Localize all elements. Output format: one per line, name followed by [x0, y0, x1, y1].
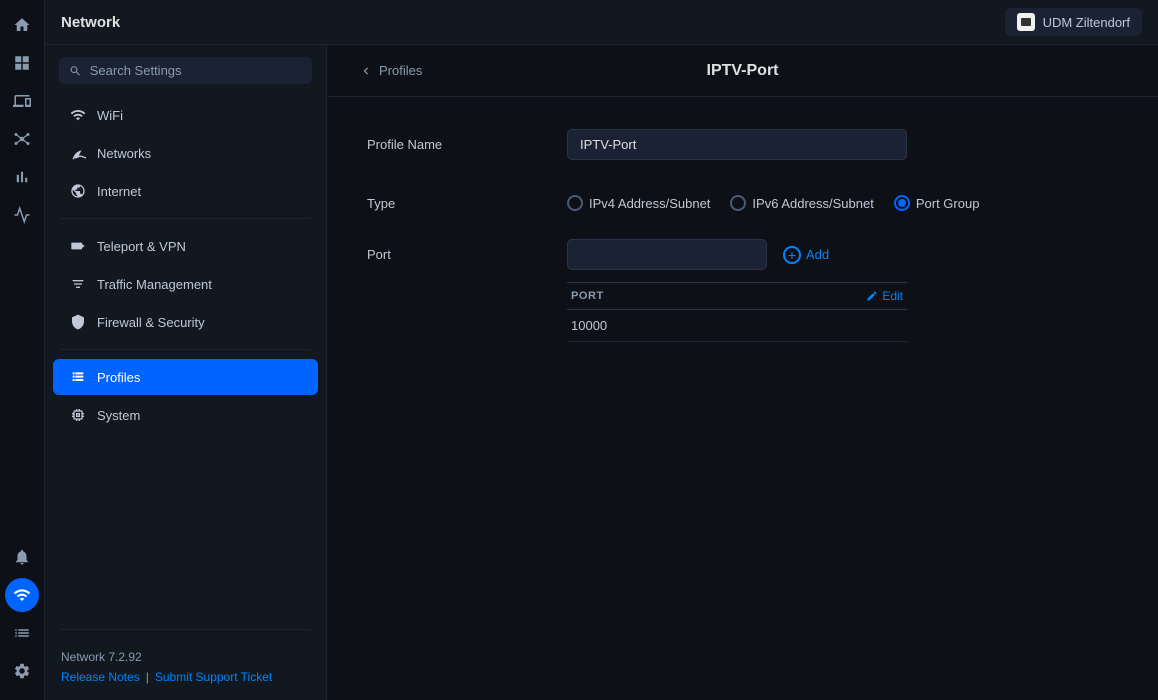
sidebar-item-networks[interactable]: Networks [53, 135, 318, 171]
alerts-icon[interactable] [5, 540, 39, 574]
device-name: UDM Ziltendorf [1043, 15, 1130, 30]
device-badge[interactable]: UDM Ziltendorf [1005, 8, 1142, 36]
sidebar-item-label: Internet [97, 184, 141, 199]
sidebar: WiFi Networks Internet Teleport [45, 45, 327, 700]
port-table-header: PORT Edit [567, 283, 907, 310]
analytics-icon[interactable] [5, 198, 39, 232]
icon-rail [0, 0, 45, 700]
sidebar-footer: Network 7.2.92 Release Notes | Submit Su… [45, 638, 326, 700]
sidebar-item-label: Profiles [97, 370, 140, 385]
port-column-header: PORT [571, 290, 604, 302]
profile-name-row: Profile Name [367, 129, 1118, 160]
topology-icon[interactable] [5, 122, 39, 156]
sidebar-item-firewall-security[interactable]: Firewall & Security [53, 304, 318, 340]
form-body: Profile Name Type IPv4 Address/Subnet [327, 97, 1158, 402]
internet-icon [69, 182, 87, 200]
profile-name-label: Profile Name [367, 129, 567, 152]
sidebar-divider-3 [61, 629, 310, 630]
add-label: Add [806, 247, 829, 262]
version-label: Network 7.2.92 [61, 650, 310, 664]
edit-label: Edit [882, 289, 903, 303]
radio-group: IPv4 Address/Subnet IPv6 Address/Subnet … [567, 188, 1118, 211]
radio-ipv6[interactable]: IPv6 Address/Subnet [730, 195, 873, 211]
content-header: Profiles IPTV-Port [327, 45, 1158, 97]
sidebar-item-label: WiFi [97, 108, 123, 123]
firewall-icon [69, 313, 87, 331]
list-icon[interactable] [5, 616, 39, 650]
profile-name-control [567, 129, 1118, 160]
port-table: PORT Edit 10000 [567, 282, 907, 342]
sidebar-item-system[interactable]: System [53, 397, 318, 433]
traffic-icon [69, 275, 87, 293]
content-panel: Profiles IPTV-Port Profile Name Type [327, 45, 1158, 700]
app-title: Network [61, 14, 1005, 31]
networks-icon [69, 144, 87, 162]
sidebar-item-traffic-management[interactable]: Traffic Management [53, 266, 318, 302]
system-icon [69, 406, 87, 424]
edit-button[interactable]: Edit [866, 289, 903, 303]
top-bar: Network UDM Ziltendorf [45, 0, 1158, 45]
search-box[interactable] [59, 57, 312, 84]
settings-icon[interactable] [5, 654, 39, 688]
port-label: Port [367, 239, 567, 262]
sidebar-item-internet[interactable]: Internet [53, 173, 318, 209]
port-input[interactable] [567, 239, 767, 270]
port-input-row: + Add [567, 239, 1118, 270]
edit-icon [866, 290, 878, 302]
link-separator: | [146, 670, 149, 684]
sidebar-item-label: Teleport & VPN [97, 239, 186, 254]
sidebar-item-teleport-vpn[interactable]: Teleport & VPN [53, 228, 318, 264]
port-control: + Add PORT Edit [567, 239, 1118, 342]
sidebar-item-label: Traffic Management [97, 277, 212, 292]
add-port-button[interactable]: + Add [775, 241, 837, 269]
search-input[interactable] [90, 63, 302, 78]
radio-label-ipv4: IPv4 Address/Subnet [589, 196, 710, 211]
profile-name-input[interactable] [567, 129, 907, 160]
type-label: Type [367, 188, 567, 211]
teleport-icon [69, 237, 87, 255]
radio-label-ipv6: IPv6 Address/Subnet [752, 196, 873, 211]
sidebar-item-label: System [97, 408, 140, 423]
network-icon[interactable] [5, 578, 39, 612]
home-icon[interactable] [5, 8, 39, 42]
submit-ticket-link[interactable]: Submit Support Ticket [155, 670, 272, 684]
radio-label-port-group: Port Group [916, 196, 980, 211]
dashboard-icon[interactable] [5, 46, 39, 80]
release-notes-link[interactable]: Release Notes [61, 670, 140, 684]
page-title: IPTV-Port [706, 62, 778, 80]
sidebar-item-label: Networks [97, 146, 151, 161]
sidebar-item-label: Firewall & Security [97, 315, 205, 330]
device-icon [1017, 13, 1035, 31]
port-row: Port + Add PORT [367, 239, 1118, 342]
radio-port-group[interactable]: Port Group [894, 195, 980, 211]
port-table-row: 10000 [567, 310, 907, 342]
sidebar-divider-1 [61, 218, 310, 219]
stats-icon[interactable] [5, 160, 39, 194]
devices-icon[interactable] [5, 84, 39, 118]
radio-ipv4[interactable]: IPv4 Address/Subnet [567, 195, 710, 211]
type-row: Type IPv4 Address/Subnet IPv6 Address/Su… [367, 188, 1118, 211]
radio-circle-port-group [894, 195, 910, 211]
radio-circle-ipv6 [730, 195, 746, 211]
sidebar-divider-2 [61, 349, 310, 350]
radio-circle-ipv4 [567, 195, 583, 211]
sidebar-item-profiles[interactable]: Profiles [53, 359, 318, 395]
breadcrumb: Profiles [379, 63, 422, 78]
profiles-icon [69, 368, 87, 386]
type-control: IPv4 Address/Subnet IPv6 Address/Subnet … [567, 188, 1118, 211]
search-icon [69, 64, 82, 78]
breadcrumb-back[interactable]: Profiles [359, 63, 422, 78]
add-icon: + [783, 246, 801, 264]
sidebar-item-wifi[interactable]: WiFi [53, 97, 318, 133]
back-arrow-icon [359, 64, 373, 78]
wifi-icon [69, 106, 87, 124]
